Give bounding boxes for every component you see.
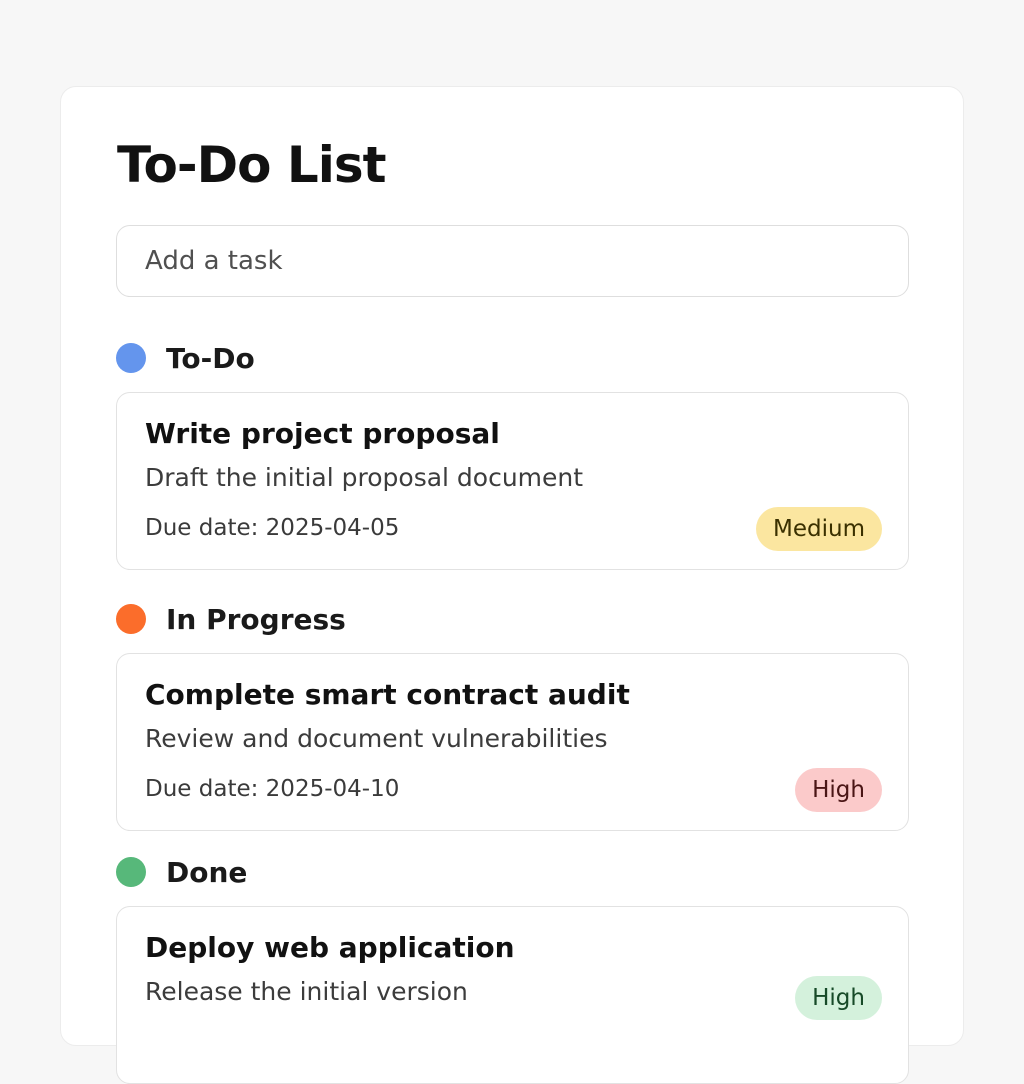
task-description: Release the initial version <box>145 977 468 1006</box>
status-dot-done <box>116 857 146 887</box>
section-label-done: Done <box>166 855 248 889</box>
priority-badge: Medium <box>756 507 882 551</box>
task-card-done[interactable]: Deploy web application Release the initi… <box>116 906 909 1084</box>
status-dot-todo <box>116 343 146 373</box>
task-due-date: Due date: 2025-04-10 <box>145 776 400 802</box>
task-title: Deploy web application <box>145 931 515 964</box>
section-header-in-progress: In Progress <box>116 602 346 636</box>
priority-badge: High <box>795 976 882 1020</box>
section-header-done: Done <box>116 855 248 889</box>
priority-badge: High <box>795 768 882 812</box>
task-card-todo[interactable]: Write project proposal Draft the initial… <box>116 392 909 570</box>
task-description: Draft the initial proposal document <box>145 463 584 492</box>
section-label-todo: To-Do <box>166 341 255 375</box>
task-due-date: Due date: 2025-04-05 <box>145 515 400 541</box>
status-dot-in-progress <box>116 604 146 634</box>
task-title: Write project proposal <box>145 417 500 450</box>
todo-card: To-Do List To-Do Write project proposal … <box>60 86 964 1084</box>
task-description: Review and document vulnerabilities <box>145 724 608 753</box>
task-title: Complete smart contract audit <box>145 678 630 711</box>
task-card-in-progress[interactable]: Complete smart contract audit Review and… <box>116 653 909 831</box>
add-task-input[interactable] <box>116 225 909 297</box>
page-title: To-Do List <box>117 136 386 194</box>
section-label-in-progress: In Progress <box>166 602 346 636</box>
section-header-todo: To-Do <box>116 341 255 375</box>
